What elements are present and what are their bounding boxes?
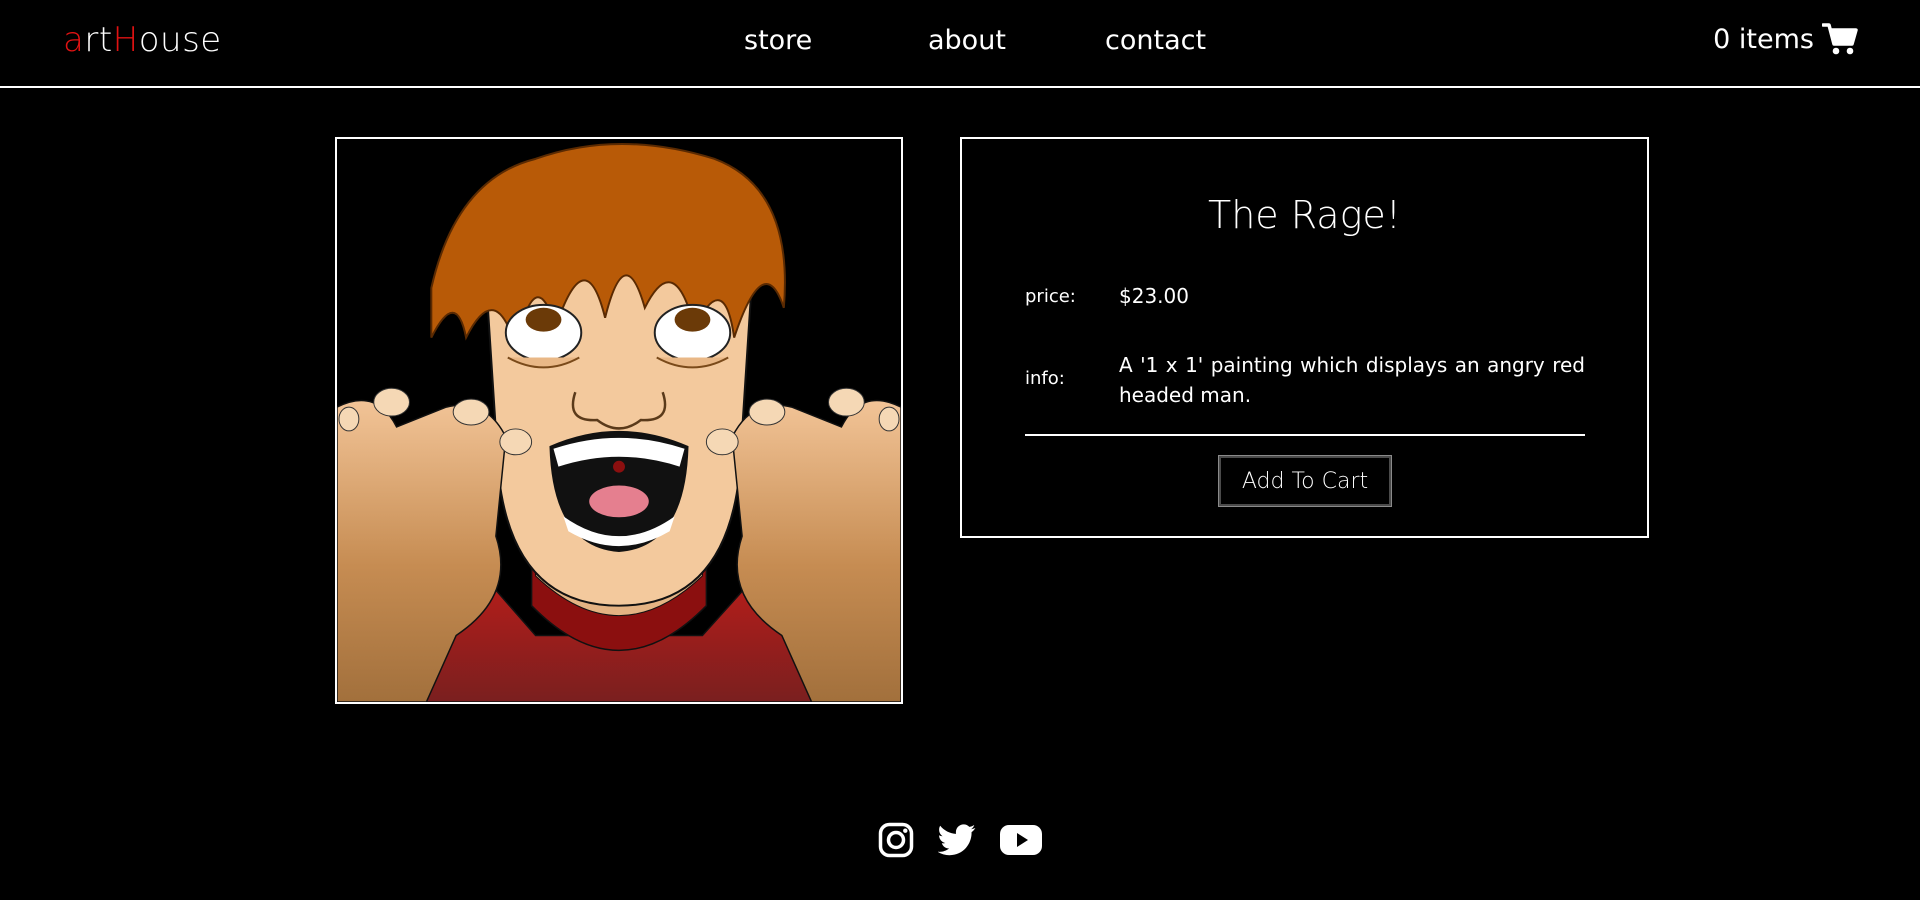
site-header: artHouse store about contact 0 items <box>0 0 1920 88</box>
info-value: A '1 x 1' painting which displays an ang… <box>1119 353 1585 407</box>
product-image <box>335 137 903 704</box>
social-links <box>878 822 1042 858</box>
rage-painting <box>337 139 901 702</box>
divider <box>1025 434 1585 436</box>
cart-count: 0 items <box>1713 23 1814 55</box>
nav-store[interactable]: store <box>744 25 812 56</box>
instagram-icon[interactable] <box>878 822 914 858</box>
brand-logo[interactable]: artHouse <box>63 20 222 60</box>
price-label: price: <box>1025 286 1076 307</box>
nav-contact[interactable]: contact <box>1105 25 1206 56</box>
product-info-card: The Rage! price: $23.00 info: A '1 x 1' … <box>960 137 1649 538</box>
product-title: The Rage! <box>1207 193 1402 237</box>
cart-button[interactable]: 0 items <box>1713 22 1858 56</box>
logo-letter-h: H <box>112 20 139 60</box>
add-to-cart-button[interactable]: Add To Cart <box>1218 455 1392 507</box>
twitter-icon[interactable] <box>938 823 976 857</box>
logo-letters-rt: rt <box>84 20 113 60</box>
cart-icon <box>1822 22 1858 56</box>
info-label: info: <box>1025 368 1065 389</box>
price-value: $23.00 <box>1119 284 1189 308</box>
nav-about[interactable]: about <box>928 25 1006 56</box>
youtube-icon[interactable] <box>1000 824 1042 856</box>
logo-letters-ouse: ouse <box>138 20 222 60</box>
logo-letter-a: a <box>63 20 85 60</box>
